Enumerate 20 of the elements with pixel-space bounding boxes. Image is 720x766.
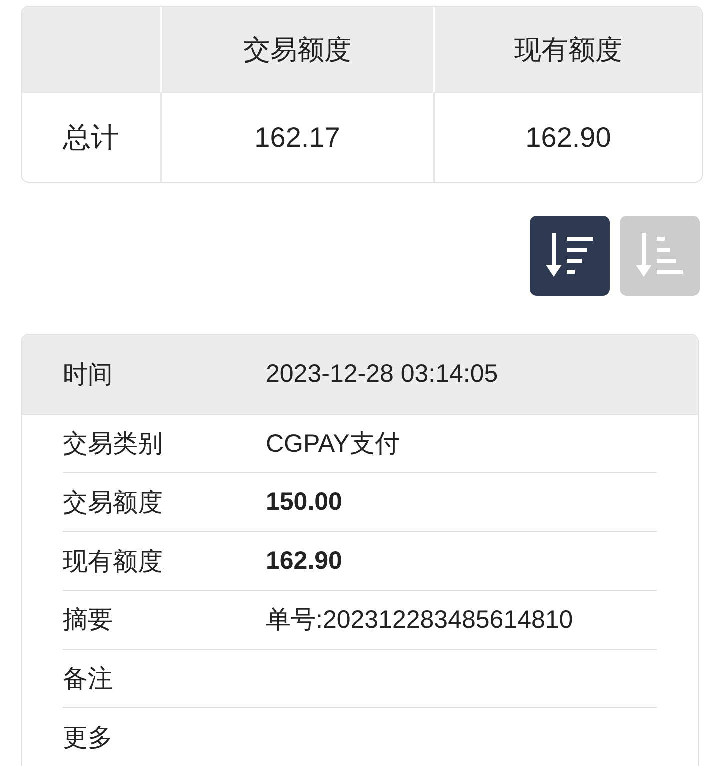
table-cell-text: 总计	[62, 121, 120, 155]
table-header-cell: 交易额度	[160, 7, 433, 93]
detail-label: 交易类别	[63, 429, 164, 460]
detail-value: 150.00	[266, 488, 344, 517]
detail-label: 更多	[63, 722, 114, 754]
table-cell: 162.17	[160, 93, 433, 182]
sort-button[interactable]	[530, 216, 610, 296]
table-header-cell: 现有额度	[433, 7, 702, 93]
detail-label: 摘要	[63, 605, 114, 636]
detail-value: 2023-12-28 03:14:05	[266, 360, 500, 389]
detail-value: 单号:202312283485614810	[266, 605, 574, 636]
detail-label: 交易额度	[63, 488, 164, 519]
sort-ascending-icon	[636, 233, 684, 280]
sort-descending-icon	[546, 233, 594, 280]
table-cell: 162.90	[433, 93, 702, 182]
detail-value: 162.90	[266, 546, 344, 576]
detail-value: CGPAY支付	[266, 429, 401, 460]
detail-label: 时间	[63, 360, 114, 391]
detail-label: 备注	[63, 664, 114, 695]
detail-label: 现有额度	[63, 546, 164, 578]
